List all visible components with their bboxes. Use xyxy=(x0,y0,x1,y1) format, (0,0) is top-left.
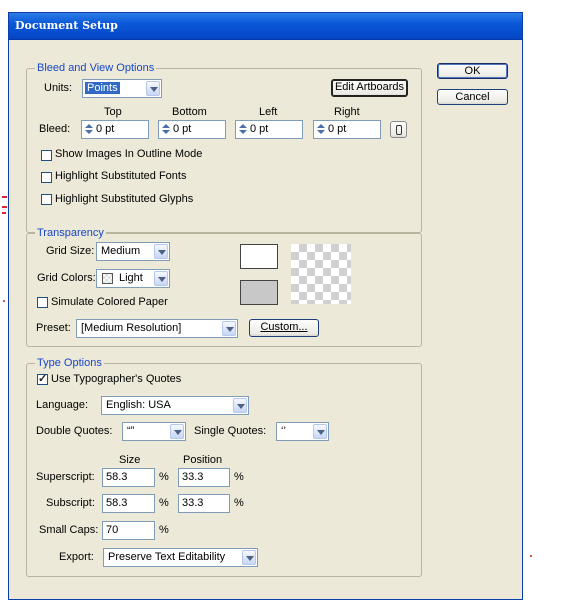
link-bleed-button[interactable] xyxy=(390,121,407,138)
background-mark xyxy=(530,555,532,557)
bleed-right-header: Right xyxy=(334,106,360,118)
chevron-down-icon[interactable] xyxy=(154,244,168,259)
grid-colors-label: Grid Colors: xyxy=(37,272,96,284)
transparency-legend: Transparency xyxy=(35,227,106,239)
grid-size-select[interactable]: Medium xyxy=(96,242,170,261)
percent-label: % xyxy=(159,471,169,483)
small-caps-field[interactable]: 70 xyxy=(102,521,155,540)
superscript-position-field[interactable]: 33.3 xyxy=(178,468,230,487)
single-quotes-value: ‘’ xyxy=(281,425,286,437)
bleed-top-header: Top xyxy=(104,106,122,118)
typographers-quotes-checkbox[interactable]: ✓ xyxy=(37,373,48,385)
bleed-top-stepper[interactable]: 0 pt xyxy=(81,120,149,139)
bleed-left-header: Left xyxy=(259,106,278,118)
bleed-right-stepper[interactable]: 0 pt xyxy=(313,120,381,139)
chevron-down-icon[interactable] xyxy=(242,550,256,565)
type-options-legend: Type Options xyxy=(35,357,104,369)
export-value: Preserve Text Editability xyxy=(108,551,226,563)
percent-label: % xyxy=(159,524,169,536)
grid-color-swatch-icon xyxy=(102,273,113,284)
position-header: Position xyxy=(183,454,223,466)
background-mark xyxy=(2,196,7,198)
export-select[interactable]: Preserve Text Editability xyxy=(103,548,258,567)
grid-colors-value: Light xyxy=(119,272,143,284)
bleed-label: Bleed: xyxy=(39,123,71,135)
chain-link-icon xyxy=(395,125,402,135)
language-value: English: USA xyxy=(106,399,171,411)
grid-size-label: Grid Size: xyxy=(46,245,95,257)
double-quotes-select[interactable]: “” xyxy=(122,422,186,441)
highlight-fonts-label[interactable]: Highlight Substituted Fonts xyxy=(55,170,186,182)
document-setup-dialog: Document Setup Bleed and View Options Un… xyxy=(8,12,523,600)
bleed-bottom-stepper[interactable]: 0 pt xyxy=(158,120,226,139)
edit-artboards-button[interactable]: Edit Artboards xyxy=(331,79,408,97)
small-caps-label: Small Caps: xyxy=(39,524,99,536)
chevron-down-icon[interactable] xyxy=(313,424,327,439)
language-label: Language: xyxy=(36,399,88,411)
units-value: Points xyxy=(85,82,120,94)
single-quotes-select[interactable]: ‘’ xyxy=(276,422,329,441)
transparency-grid-preview xyxy=(291,244,351,304)
superscript-size-field[interactable]: 58.3 xyxy=(102,468,155,487)
highlight-glyphs-checkbox[interactable] xyxy=(41,194,52,205)
bleed-bottom-header: Bottom xyxy=(172,106,207,118)
show-images-outline-label[interactable]: Show Images In Outline Mode xyxy=(55,148,202,160)
stepper-arrows-icon[interactable] xyxy=(238,123,248,136)
export-label: Export: xyxy=(59,551,94,563)
cancel-button[interactable]: Cancel xyxy=(437,89,508,105)
background-mark xyxy=(2,206,7,208)
grid-colors-select[interactable]: Light xyxy=(96,269,170,288)
superscript-label: Superscript: xyxy=(36,471,95,483)
grid-size-value: Medium xyxy=(101,245,141,257)
preset-label: Preset: xyxy=(36,322,71,334)
background-mark xyxy=(2,212,6,214)
chevron-down-icon[interactable] xyxy=(170,424,184,439)
bleed-left-stepper[interactable]: 0 pt xyxy=(235,120,303,139)
preset-value: [Medium Resolution] xyxy=(81,322,182,334)
check-icon: ✓ xyxy=(38,373,48,385)
dialog-title: Document Setup xyxy=(15,19,118,32)
stepper-arrows-icon[interactable] xyxy=(316,123,326,136)
single-quotes-label: Single Quotes: xyxy=(194,425,267,437)
highlight-fonts-checkbox[interactable] xyxy=(41,172,52,183)
simulate-paper-checkbox[interactable] xyxy=(37,297,48,308)
highlight-glyphs-label[interactable]: Highlight Substituted Glyphs xyxy=(55,193,193,205)
percent-label: % xyxy=(159,497,169,509)
preset-select[interactable]: [Medium Resolution] xyxy=(76,319,238,338)
size-header: Size xyxy=(119,454,141,466)
chevron-down-icon[interactable] xyxy=(154,271,168,286)
double-quotes-value: “” xyxy=(127,425,135,437)
custom-button[interactable]: Custom... xyxy=(249,319,319,337)
bleed-view-legend: Bleed and View Options xyxy=(35,62,157,74)
chevron-down-icon[interactable] xyxy=(233,398,247,413)
units-select[interactable]: Points xyxy=(82,79,162,98)
subscript-position-field[interactable]: 33.3 xyxy=(178,494,230,513)
stepper-arrows-icon[interactable] xyxy=(84,123,94,136)
stepper-arrows-icon[interactable] xyxy=(161,123,171,136)
simulate-paper-label[interactable]: Simulate Colored Paper xyxy=(51,296,168,308)
chevron-down-icon[interactable] xyxy=(222,321,236,336)
units-label: Units: xyxy=(44,82,73,94)
typographers-quotes-label[interactable]: Use Typographer's Quotes xyxy=(51,373,181,385)
show-images-outline-checkbox[interactable] xyxy=(41,150,52,161)
ok-button[interactable]: OK xyxy=(437,63,508,79)
title-bar[interactable]: Document Setup xyxy=(9,13,522,40)
paper-color-swatch[interactable] xyxy=(240,244,278,269)
percent-label: % xyxy=(234,497,244,509)
percent-label: % xyxy=(234,471,244,483)
language-select[interactable]: English: USA xyxy=(101,396,249,415)
subscript-size-field[interactable]: 58.3 xyxy=(102,494,155,513)
double-quotes-label: Double Quotes: xyxy=(36,425,113,437)
subscript-label: Subscript: xyxy=(46,497,95,509)
grid-color-swatch[interactable] xyxy=(240,280,278,305)
background-mark xyxy=(3,300,5,302)
chevron-down-icon[interactable] xyxy=(146,81,160,96)
